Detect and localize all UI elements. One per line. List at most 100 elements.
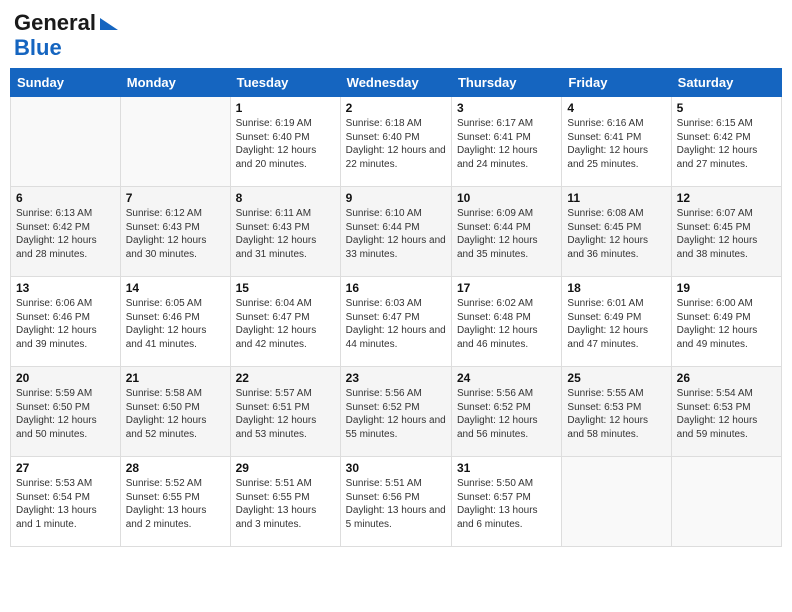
calendar-cell: 16Sunrise: 6:03 AM Sunset: 6:47 PM Dayli… [340, 277, 451, 367]
day-number: 6 [16, 191, 115, 205]
day-info: Sunrise: 6:13 AM Sunset: 6:42 PM Dayligh… [16, 207, 115, 261]
day-info: Sunrise: 5:57 AM Sunset: 6:51 PM Dayligh… [236, 387, 335, 441]
calendar-cell: 24 Sunrise: 5:56 AM Sunset: 6:52 PM Dayli… [451, 367, 561, 457]
calendar-cell: 29 Sunrise: 5:51 AM Sunset: 6:55 PM Dayli… [230, 457, 340, 547]
calendar-cell: 21Sunrise: 5:58 AM Sunset: 6:50 PM Dayli… [120, 367, 230, 457]
calendar-cell: 2 Sunrise: 6:18 AM Sunset: 6:40 PM Daylig… [340, 97, 451, 187]
calendar-cell: 14Sunrise: 6:05 AM Sunset: 6:46 PM Dayli… [120, 277, 230, 367]
calendar-cell: 5 Sunrise: 6:15 AM Sunset: 6:42 PM Daylig… [671, 97, 781, 187]
col-header-wednesday: Wednesday [340, 69, 451, 97]
day-number: 26 [677, 371, 776, 385]
logo-general: General [14, 10, 96, 36]
day-info: Sunrise: 5:51 AM Sunset: 6:55 PM Dayligh… [236, 477, 335, 531]
calendar-cell: 31 Sunrise: 5:50 AM Sunset: 6:57 PM Dayli… [451, 457, 561, 547]
calendar-cell: 19Sunrise: 6:00 AM Sunset: 6:49 PM Dayli… [671, 277, 781, 367]
col-header-friday: Friday [562, 69, 671, 97]
calendar-cell: 27Sunrise: 5:53 AM Sunset: 6:54 PM Dayli… [11, 457, 121, 547]
calendar-cell: 6 Sunrise: 6:13 AM Sunset: 6:42 PM Daylig… [11, 187, 121, 277]
day-number: 5 [677, 101, 776, 115]
calendar-cell: 7Sunrise: 6:12 AM Sunset: 6:43 PM Daylig… [120, 187, 230, 277]
day-info: Sunrise: 6:16 AM Sunset: 6:41 PM Dayligh… [567, 117, 665, 171]
week-row-3: 13Sunrise: 6:06 AM Sunset: 6:46 PM Dayli… [11, 277, 782, 367]
day-info: Sunrise: 6:03 AM Sunset: 6:47 PM Dayligh… [346, 297, 446, 351]
day-number: 15 [236, 281, 335, 295]
day-number: 20 [16, 371, 115, 385]
day-number: 27 [16, 461, 115, 475]
logo-blue: Blue [14, 36, 62, 60]
week-row-1: 1Sunrise: 6:19 AM Sunset: 6:40 PM Daylig… [11, 97, 782, 187]
calendar-cell: 8 Sunrise: 6:11 AM Sunset: 6:43 PM Daylig… [230, 187, 340, 277]
calendar-cell: 17 Sunrise: 6:02 AM Sunset: 6:48 PM Dayli… [451, 277, 561, 367]
col-header-sunday: Sunday [11, 69, 121, 97]
calendar-cell: 9 Sunrise: 6:10 AM Sunset: 6:44 PM Daylig… [340, 187, 451, 277]
calendar-header-row: SundayMondayTuesdayWednesdayThursdayFrid… [11, 69, 782, 97]
calendar-cell: 11 Sunrise: 6:08 AM Sunset: 6:45 PM Dayli… [562, 187, 671, 277]
day-info: Sunrise: 5:50 AM Sunset: 6:57 PM Dayligh… [457, 477, 556, 531]
day-info: Sunrise: 6:18 AM Sunset: 6:40 PM Dayligh… [346, 117, 446, 171]
day-info: Sunrise: 5:52 AM Sunset: 6:55 PM Dayligh… [126, 477, 225, 531]
day-number: 9 [346, 191, 446, 205]
week-row-2: 6 Sunrise: 6:13 AM Sunset: 6:42 PM Daylig… [11, 187, 782, 277]
day-number: 3 [457, 101, 556, 115]
calendar-cell [671, 457, 781, 547]
col-header-monday: Monday [120, 69, 230, 97]
day-number: 11 [567, 191, 665, 205]
calendar-cell: 12Sunrise: 6:07 AM Sunset: 6:45 PM Dayli… [671, 187, 781, 277]
day-info: Sunrise: 6:10 AM Sunset: 6:44 PM Dayligh… [346, 207, 446, 261]
day-info: Sunrise: 5:58 AM Sunset: 6:50 PM Dayligh… [126, 387, 225, 441]
calendar-cell: 13Sunrise: 6:06 AM Sunset: 6:46 PM Dayli… [11, 277, 121, 367]
calendar-cell: 10Sunrise: 6:09 AM Sunset: 6:44 PM Dayli… [451, 187, 561, 277]
week-row-4: 20 Sunrise: 5:59 AM Sunset: 6:50 PM Dayli… [11, 367, 782, 457]
calendar-cell: 18 Sunrise: 6:01 AM Sunset: 6:49 PM Dayli… [562, 277, 671, 367]
day-info: Sunrise: 5:59 AM Sunset: 6:50 PM Dayligh… [16, 387, 115, 441]
logo: General Blue [14, 10, 118, 60]
week-row-5: 27Sunrise: 5:53 AM Sunset: 6:54 PM Dayli… [11, 457, 782, 547]
day-info: Sunrise: 5:54 AM Sunset: 6:53 PM Dayligh… [677, 387, 776, 441]
day-info: Sunrise: 5:51 AM Sunset: 6:56 PM Dayligh… [346, 477, 446, 531]
day-number: 24 [457, 371, 556, 385]
calendar-cell [562, 457, 671, 547]
day-info: Sunrise: 6:17 AM Sunset: 6:41 PM Dayligh… [457, 117, 556, 171]
calendar-cell: 1Sunrise: 6:19 AM Sunset: 6:40 PM Daylig… [230, 97, 340, 187]
day-number: 12 [677, 191, 776, 205]
day-number: 29 [236, 461, 335, 475]
calendar-cell [120, 97, 230, 187]
day-info: Sunrise: 6:12 AM Sunset: 6:43 PM Dayligh… [126, 207, 225, 261]
day-info: Sunrise: 5:56 AM Sunset: 6:52 PM Dayligh… [457, 387, 556, 441]
day-number: 31 [457, 461, 556, 475]
calendar-table: SundayMondayTuesdayWednesdayThursdayFrid… [10, 68, 782, 547]
day-number: 2 [346, 101, 446, 115]
day-number: 4 [567, 101, 665, 115]
day-info: Sunrise: 6:11 AM Sunset: 6:43 PM Dayligh… [236, 207, 335, 261]
day-number: 25 [567, 371, 665, 385]
calendar-cell: 15 Sunrise: 6:04 AM Sunset: 6:47 PM Dayli… [230, 277, 340, 367]
col-header-tuesday: Tuesday [230, 69, 340, 97]
day-info: Sunrise: 6:09 AM Sunset: 6:44 PM Dayligh… [457, 207, 556, 261]
day-info: Sunrise: 5:55 AM Sunset: 6:53 PM Dayligh… [567, 387, 665, 441]
day-number: 19 [677, 281, 776, 295]
calendar-cell: 3 Sunrise: 6:17 AM Sunset: 6:41 PM Daylig… [451, 97, 561, 187]
day-number: 22 [236, 371, 335, 385]
calendar-cell: 25 Sunrise: 5:55 AM Sunset: 6:53 PM Dayli… [562, 367, 671, 457]
day-info: Sunrise: 6:19 AM Sunset: 6:40 PM Dayligh… [236, 117, 335, 171]
calendar-cell: 23 Sunrise: 5:56 AM Sunset: 6:52 PM Dayli… [340, 367, 451, 457]
day-info: Sunrise: 6:01 AM Sunset: 6:49 PM Dayligh… [567, 297, 665, 351]
calendar-cell: 26 Sunrise: 5:54 AM Sunset: 6:53 PM Dayli… [671, 367, 781, 457]
day-number: 17 [457, 281, 556, 295]
day-info: Sunrise: 6:08 AM Sunset: 6:45 PM Dayligh… [567, 207, 665, 261]
page-header: General Blue [10, 10, 782, 60]
day-info: Sunrise: 6:04 AM Sunset: 6:47 PM Dayligh… [236, 297, 335, 351]
day-info: Sunrise: 6:06 AM Sunset: 6:46 PM Dayligh… [16, 297, 115, 351]
day-info: Sunrise: 5:56 AM Sunset: 6:52 PM Dayligh… [346, 387, 446, 441]
col-header-thursday: Thursday [451, 69, 561, 97]
day-number: 18 [567, 281, 665, 295]
day-info: Sunrise: 6:05 AM Sunset: 6:46 PM Dayligh… [126, 297, 225, 351]
day-info: Sunrise: 6:15 AM Sunset: 6:42 PM Dayligh… [677, 117, 776, 171]
col-header-saturday: Saturday [671, 69, 781, 97]
calendar-cell [11, 97, 121, 187]
day-number: 23 [346, 371, 446, 385]
day-number: 8 [236, 191, 335, 205]
day-info: Sunrise: 6:02 AM Sunset: 6:48 PM Dayligh… [457, 297, 556, 351]
calendar-cell: 20 Sunrise: 5:59 AM Sunset: 6:50 PM Dayli… [11, 367, 121, 457]
logo-arrow-icon [100, 18, 118, 30]
